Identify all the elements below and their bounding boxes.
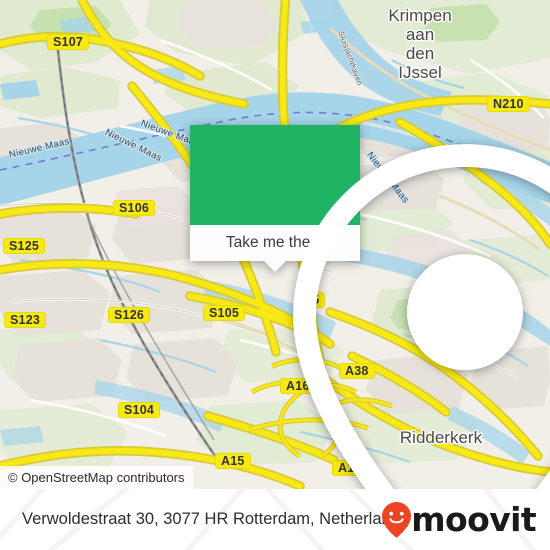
location-pin-icon	[293, 144, 550, 489]
moovit-logo[interactable]: moovit	[380, 500, 537, 540]
osm-attribution-text: © OpenStreetMap contributors	[8, 470, 185, 485]
footer-bar: Verwoldestraat 30, 3077 HR Rotterdam, Ne…	[0, 489, 550, 550]
map-canvas[interactable]: Krimpen aan den IJssel Ridderkerk Nieuwe…	[0, 0, 550, 489]
callout-header	[190, 125, 550, 489]
moovit-wordmark: moovit	[411, 500, 536, 539]
location-callout-card[interactable]: Take me there	[190, 125, 550, 489]
moovit-pin-icon	[382, 501, 412, 537]
moovit-map-screenshot: Krimpen aan den IJssel Ridderkerk Nieuwe…	[0, 0, 550, 550]
road-shield-s123[interactable]: S123	[4, 312, 46, 328]
callout-pointer-tail	[264, 261, 286, 272]
road-shield-s125[interactable]: S125	[3, 238, 45, 254]
osm-attribution-bar: © OpenStreetMap contributors	[0, 466, 193, 489]
road-shield-s104[interactable]: S104	[118, 402, 160, 418]
road-shield-s107[interactable]: S107	[47, 34, 89, 50]
road-shield-n210[interactable]: N210	[487, 96, 530, 112]
address-text: Verwoldestraat 30, 3077 HR Rotterdam, Ne…	[22, 510, 409, 528]
road-shield-s106[interactable]: S106	[113, 200, 155, 216]
road-shield-s126[interactable]: S126	[108, 307, 150, 323]
